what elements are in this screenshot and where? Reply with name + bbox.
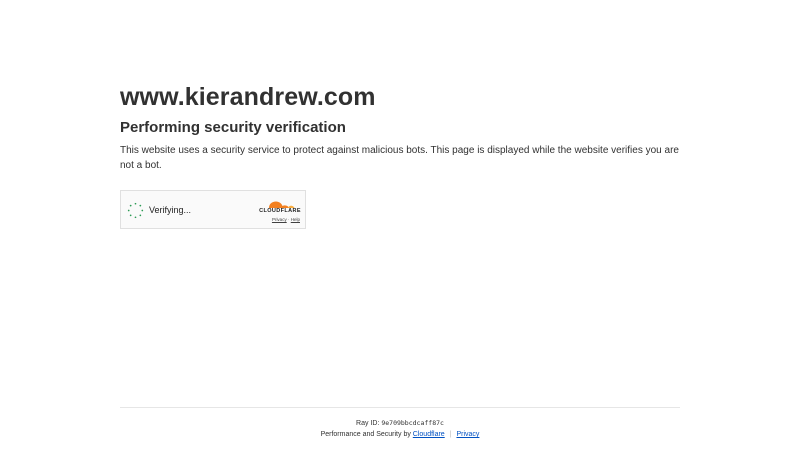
ray-id-label: Ray ID: — [356, 420, 380, 427]
credit-text: Performance and Security by — [320, 431, 411, 438]
widget-privacy-link[interactable]: Privacy — [272, 217, 287, 222]
cloudflare-wordmark: CLOUDFLARE — [259, 208, 301, 214]
footer-separator: | — [449, 431, 452, 438]
widget-help-link[interactable]: Help — [291, 217, 300, 222]
turnstile-widget[interactable]: Verifying... CLOUDFLARE Privacy · Help — [120, 190, 306, 229]
widget-link-separator: · — [287, 217, 290, 222]
page-heading: Performing security verification — [120, 119, 346, 136]
ray-id-value: 9e709bbcdcaff87c — [381, 419, 444, 427]
verifying-status: Verifying... — [149, 205, 192, 215]
main-content: www.kierandrew.com Performing security v… — [120, 81, 680, 173]
footer-privacy-link[interactable]: Privacy — [456, 431, 479, 438]
cloudflare-link[interactable]: Cloudflare — [413, 431, 445, 438]
widget-links: Privacy · Help — [272, 217, 300, 223]
challenge-page: www.kierandrew.com Performing security v… — [0, 0, 800, 450]
ray-id-row: Ray ID: 9e709bbcdcaff87c — [0, 418, 800, 429]
loading-spinner-icon — [127, 202, 144, 219]
footer: Ray ID: 9e709bbcdcaff87c Performance and… — [0, 418, 800, 440]
credit-row: Performance and Security by Cloudflare |… — [0, 429, 800, 440]
page-description: This website uses a security service to … — [120, 145, 679, 171]
site-domain-title: www.kierandrew.com — [120, 83, 376, 111]
footer-divider — [120, 407, 680, 408]
